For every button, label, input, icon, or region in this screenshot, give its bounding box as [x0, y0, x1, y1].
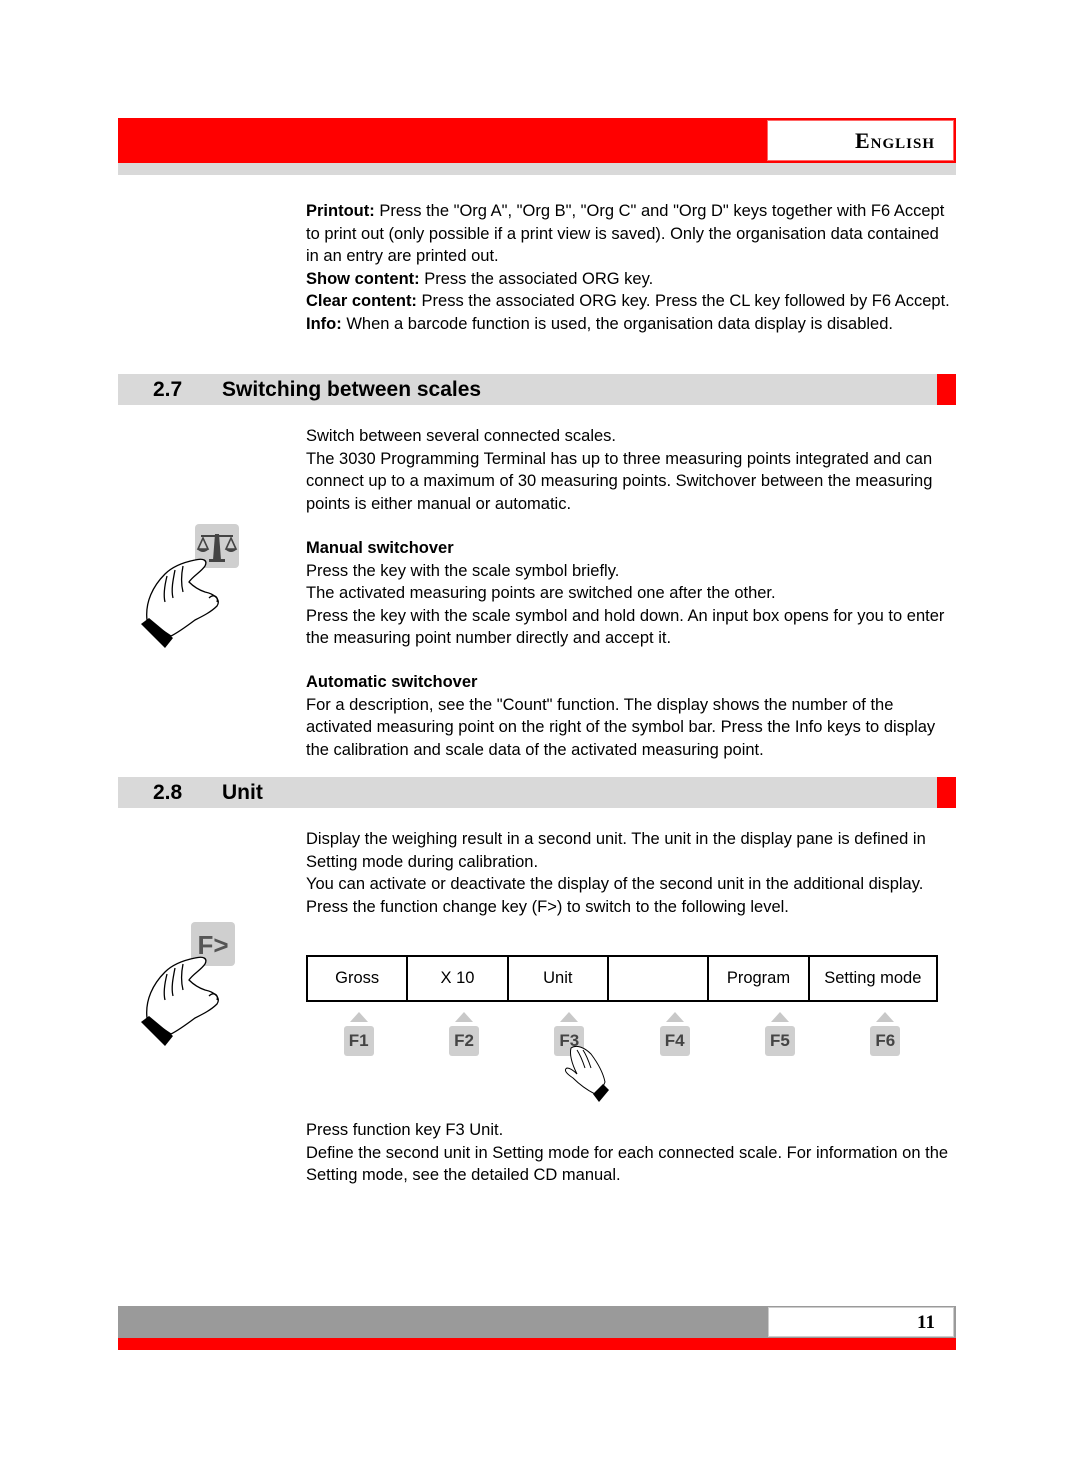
- function-key-f1: F1: [343, 1026, 374, 1056]
- printout-paragraph: Printout: Press the "Org A", "Org B", "O…: [306, 200, 956, 268]
- function-label-f5: Program: [709, 957, 810, 1000]
- function-label-f6: Setting mode: [824, 969, 922, 987]
- automatic-switchover-heading: Automatic switchover: [306, 673, 478, 691]
- function-label-f2: X 10: [408, 957, 509, 1000]
- hand-icon: [564, 1045, 606, 1095]
- function-keys: F1 F2 F3 F4 F5 F6: [306, 1010, 938, 1060]
- function-key-f6: F6: [870, 1026, 901, 1056]
- paragraph: Press the key with the scale symbol and …: [306, 606, 945, 648]
- paragraph: Define the second unit in Setting mode f…: [306, 1143, 949, 1185]
- function-bar: Gross X 10 Unit Program Setting mode: [306, 955, 938, 1002]
- arrow-up-icon: [876, 1012, 895, 1022]
- paragraph: The activated measuring points are switc…: [306, 584, 776, 602]
- clear-content-text: Press the associated ORG key. Press the …: [416, 292, 950, 310]
- clear-content-label: Clear content:: [306, 292, 417, 310]
- function-key-slot: F2: [411, 1010, 516, 1060]
- function-change-key-illustration: F>: [141, 922, 235, 1046]
- section-2-7-heading: 2.7 Switching between scales: [118, 374, 956, 405]
- function-key-f5: F5: [764, 1026, 795, 1056]
- show-content-label: Show content:: [306, 269, 420, 288]
- paragraph: Press the function change key (F>) to sw…: [306, 897, 789, 916]
- footer-red-band: [118, 1338, 956, 1350]
- function-key-f4: F4: [659, 1026, 690, 1056]
- section-title: Unit: [222, 781, 263, 804]
- function-key-f2: F2: [448, 1026, 479, 1056]
- paragraph: The 3030 Programming Terminal has up to …: [306, 449, 933, 513]
- section-title: Switching between scales: [222, 378, 482, 401]
- show-content-paragraph: Show content: Press the associated ORG k…: [306, 268, 956, 291]
- function-label-f3: Unit: [509, 957, 609, 1000]
- function-label-f1: Gross: [308, 957, 409, 1000]
- language-label: English: [767, 120, 954, 161]
- section-number: 2.7: [153, 378, 183, 401]
- intro-text: Printout: Press the "Org A", "Org B", "O…: [306, 200, 956, 335]
- section-2-8-heading: 2.8 Unit: [118, 777, 956, 808]
- paragraph: Press the key with the scale symbol brie…: [306, 561, 620, 580]
- section-marker: [937, 374, 956, 405]
- scale-key-illustration: [141, 524, 239, 648]
- show-content-text: Press the associated ORG key.: [419, 269, 654, 288]
- printout-label: Printout:: [306, 202, 375, 220]
- function-key-slot: F6: [833, 1010, 938, 1060]
- info-text: When a barcode function is used, the org…: [341, 314, 893, 333]
- automatic-switchover: Automatic switchover For a description, …: [306, 671, 956, 761]
- function-key-slot: F4: [622, 1010, 727, 1060]
- page-number: 11: [768, 1307, 954, 1337]
- arrow-up-icon: [454, 1012, 473, 1022]
- manual-switchover: Manual switchover Press the key with the…: [306, 537, 956, 650]
- paragraph: Press function key F3 Unit.: [306, 1121, 504, 1139]
- section-2-8-intro: Display the weighing result in a second …: [306, 828, 956, 918]
- info-paragraph: Info: When a barcode function is used, t…: [306, 313, 956, 336]
- section-2-7-intro: Switch between several connected scales.…: [306, 425, 956, 515]
- section-2-8-outro: Press function key F3 Unit. Define the s…: [306, 1119, 956, 1187]
- paragraph: Switch between several connected scales.: [306, 427, 617, 445]
- paragraph: Display the weighing result in a second …: [306, 830, 926, 871]
- function-key-slot: F5: [727, 1010, 832, 1060]
- header-gray-band: [118, 163, 956, 175]
- section-marker: [937, 777, 956, 808]
- info-label: Info:: [306, 314, 342, 333]
- arrow-up-icon: [665, 1012, 684, 1022]
- function-key-slot: F1: [306, 1010, 411, 1060]
- printout-text: Press the "Org A", "Org B", "Org C" and …: [306, 202, 945, 265]
- arrow-up-icon: [770, 1012, 789, 1022]
- arrow-up-icon: [349, 1012, 368, 1022]
- hand-icon: [146, 558, 219, 637]
- paragraph: You can activate or deactivate the displ…: [306, 875, 924, 893]
- paragraph: For a description, see the "Count" funct…: [306, 695, 936, 759]
- arrow-up-icon: [560, 1012, 579, 1022]
- pressing-hand-illustration: [564, 1045, 609, 1102]
- manual-switchover-heading: Manual switchover: [306, 539, 454, 557]
- clear-content-paragraph: Clear content: Press the associated ORG …: [306, 290, 956, 313]
- function-label-f4: [609, 957, 710, 1000]
- function-change-key-label: F>: [197, 930, 228, 960]
- section-number: 2.8: [153, 781, 183, 804]
- hand-icon: [146, 956, 219, 1035]
